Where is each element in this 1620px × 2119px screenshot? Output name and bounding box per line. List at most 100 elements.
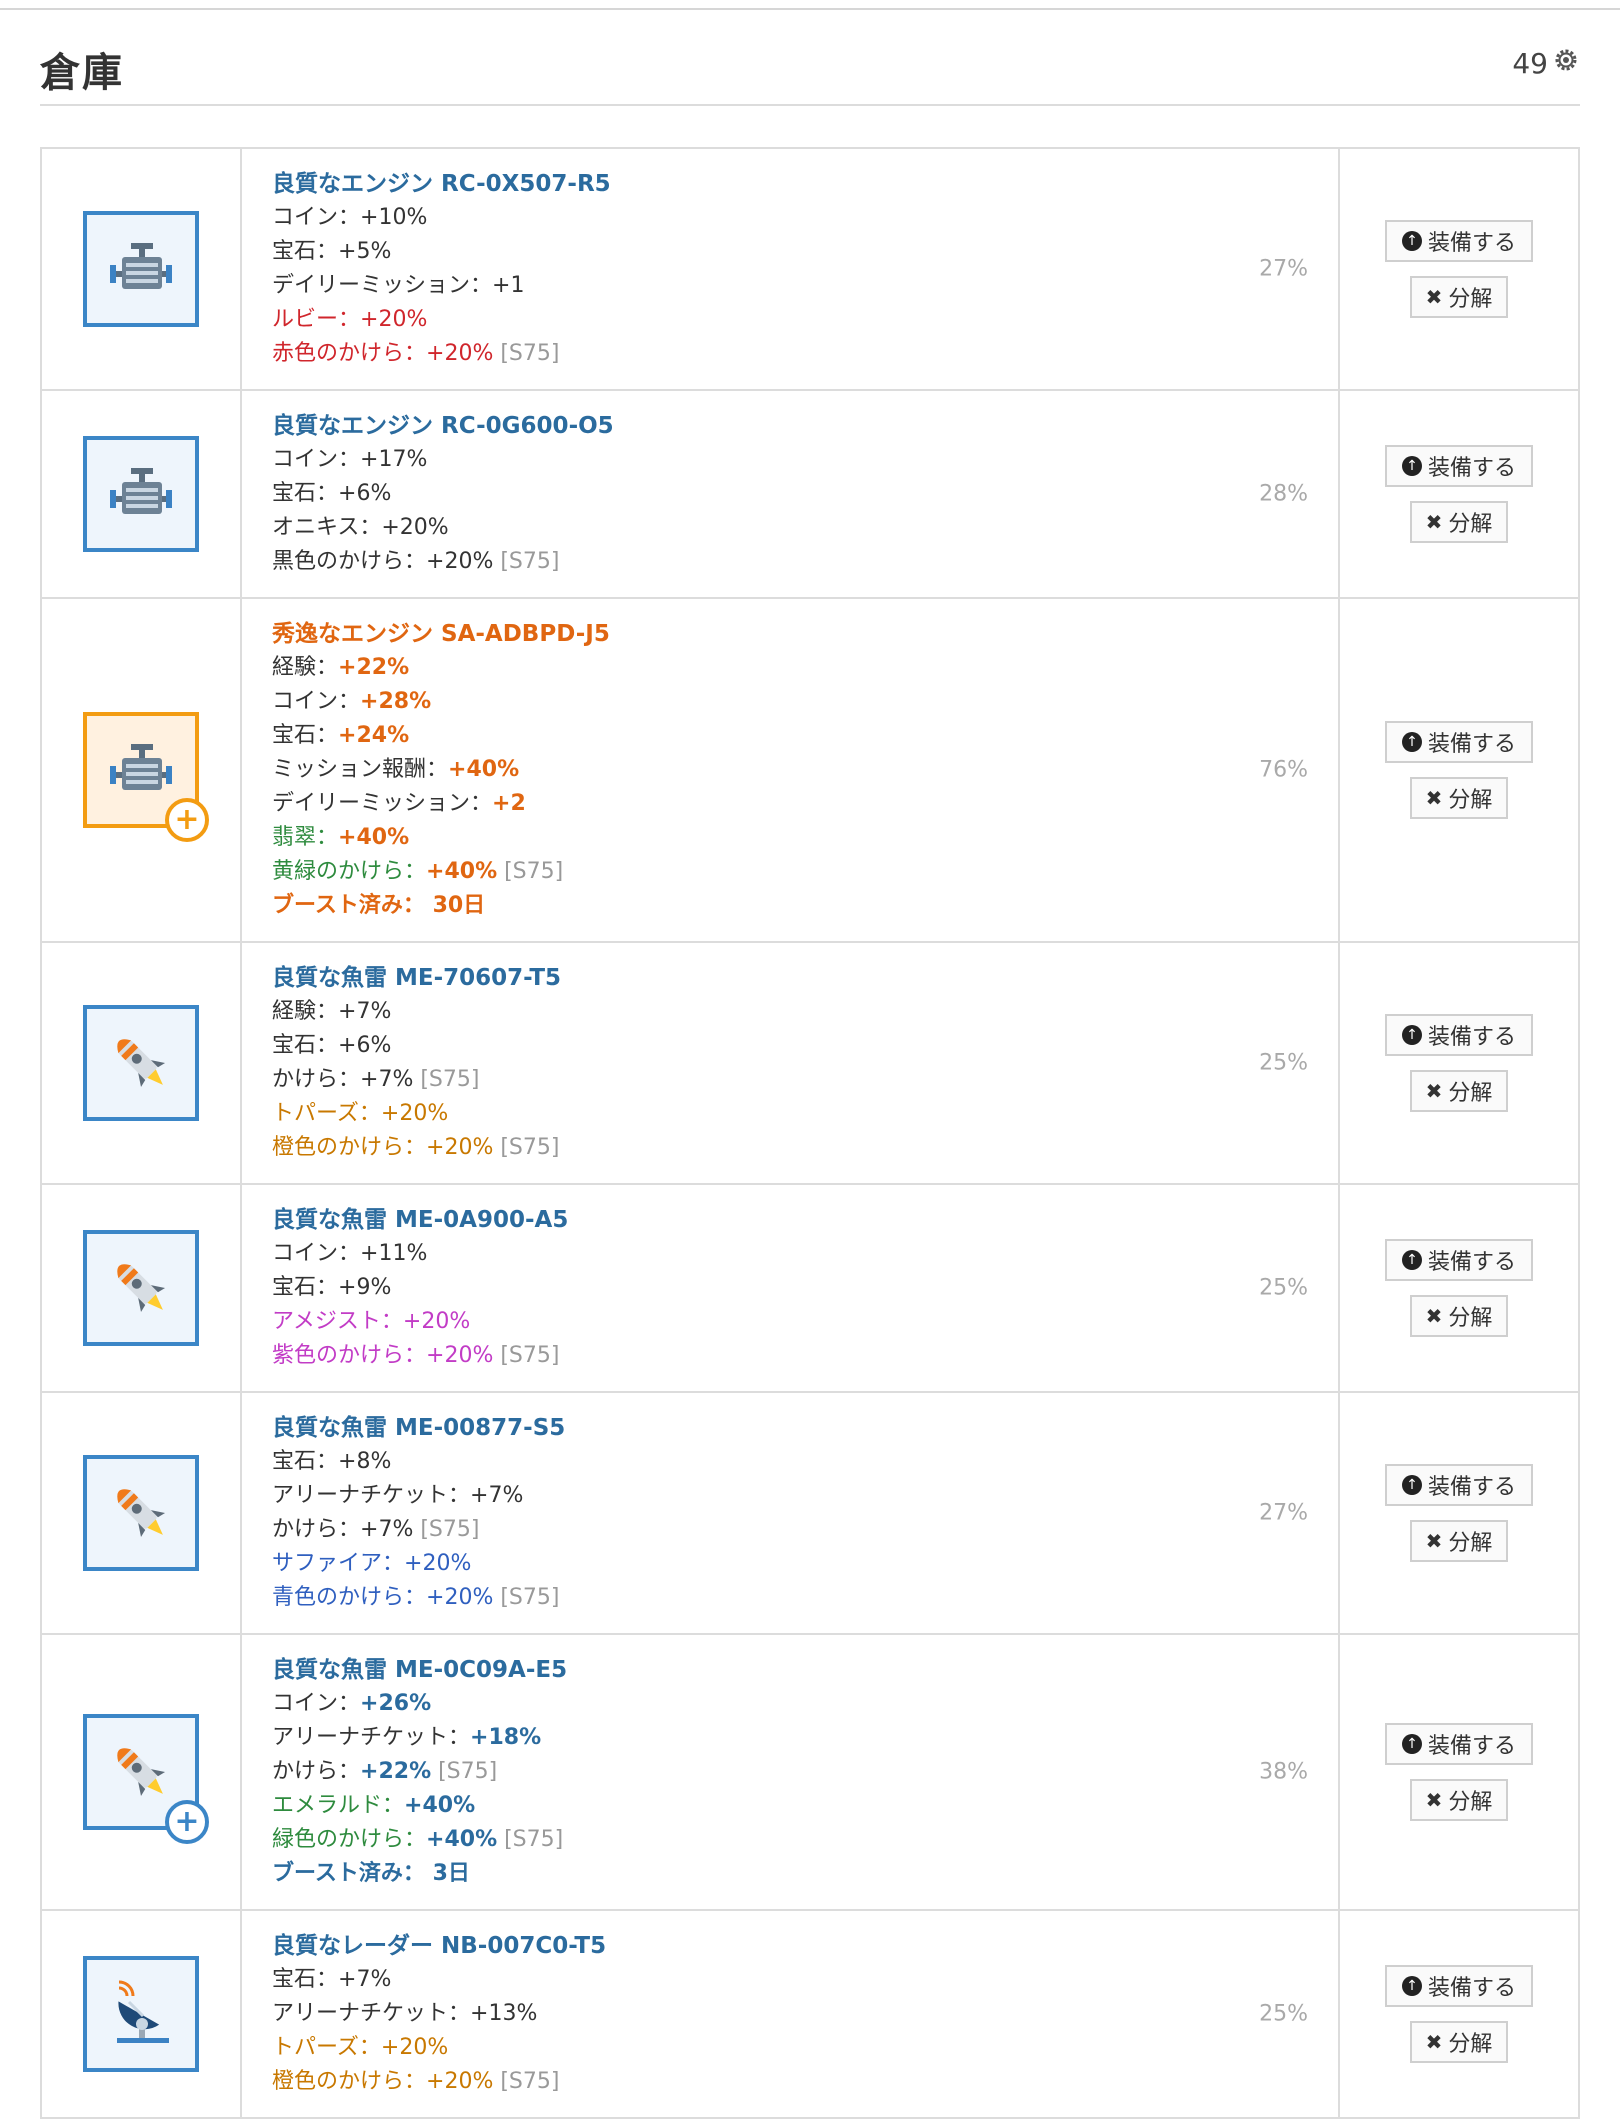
- equip-button[interactable]: ↑ 装備する: [1385, 1464, 1533, 1506]
- item-count-value: 49: [1512, 47, 1548, 80]
- quality-percent: 38%: [1259, 1759, 1308, 1785]
- stat-line: 赤色のかけら：+20% [S75]: [272, 337, 1308, 371]
- stat-label: ルビー：: [272, 307, 361, 332]
- close-icon: ✖: [1425, 1304, 1443, 1328]
- disassemble-button[interactable]: ✖ 分解: [1410, 1295, 1508, 1337]
- stat-value: +40%: [426, 1827, 498, 1852]
- disassemble-button-label: 分解: [1448, 1531, 1493, 1556]
- inventory-table: 良質なエンジン RC-0X507-R5 コイン：+10% 宝石：+5% デイリーミッシ…: [40, 147, 1580, 2119]
- stat-value: +5%: [338, 239, 392, 264]
- arrow-up-circle-icon: ↑: [1401, 1976, 1422, 1996]
- stat-label: 赤色のかけら：: [272, 341, 427, 366]
- table-row: 良質な魚雷 ME-0A900-A5 コイン：+11% 宝石：+9% アメジスト：+20…: [40, 1185, 1580, 1393]
- torpedo-icon[interactable]: [83, 1005, 199, 1121]
- table-row: 良質な魚雷 ME-70607-T5 経験：+7% 宝石：+6% かけら：+7% [S7…: [40, 943, 1580, 1185]
- disassemble-button-label: 分解: [1448, 1790, 1493, 1815]
- item-name-link[interactable]: 良質な魚雷 ME-0C09A-E5: [272, 1653, 1308, 1687]
- equip-button[interactable]: ↑ 装備する: [1385, 445, 1533, 487]
- torpedo-icon[interactable]: +: [83, 1714, 209, 1844]
- page-title: 倉庫: [40, 50, 124, 96]
- close-icon: ✖: [1425, 1079, 1443, 1103]
- stat-value: +20%: [426, 549, 494, 574]
- stat-line: エメラルド：+40%: [272, 1789, 1308, 1823]
- equip-button[interactable]: ↑ 装備する: [1385, 1239, 1533, 1281]
- stat-line: コイン：+10%: [272, 201, 1308, 235]
- item-name-link[interactable]: 良質なエンジン RC-0G600-O5: [272, 409, 1308, 443]
- stat-value: +7%: [338, 1967, 392, 1992]
- engine-icon[interactable]: [83, 211, 199, 327]
- stat-value: +7%: [360, 1067, 414, 1092]
- item-icon-cell: +: [42, 599, 242, 941]
- equip-button[interactable]: ↑ 装備する: [1385, 1014, 1533, 1056]
- boost-plus-icon: +: [165, 1800, 209, 1844]
- stat-line: 宝石：+5%: [272, 235, 1308, 269]
- stat-label: 宝石：: [272, 1449, 339, 1474]
- item-name-link[interactable]: 良質なエンジン RC-0X507-R5: [272, 167, 1308, 201]
- arrow-up-circle-icon: ↑: [1401, 456, 1422, 476]
- arrow-up-circle-icon: ↑: [1401, 1025, 1422, 1045]
- engine-icon[interactable]: +: [83, 712, 209, 842]
- torpedo-icon[interactable]: [83, 1230, 199, 1346]
- stat-label: オニキス：: [272, 515, 382, 540]
- engine-icon[interactable]: [83, 436, 199, 552]
- season-tag: [S75]: [493, 1135, 560, 1160]
- stat-line: オニキス：+20%: [272, 511, 1308, 545]
- season-tag: [S75]: [413, 1517, 480, 1542]
- stat-label: トパーズ：: [272, 1101, 381, 1126]
- table-row: 良質なエンジン RC-0G600-O5 コイン：+17% 宝石：+6% オニキス：+2…: [40, 391, 1580, 599]
- item-name-link[interactable]: 良質な魚雷 ME-70607-T5: [272, 961, 1308, 995]
- stat-line: コイン：+26%: [272, 1687, 1308, 1721]
- stat-label: アリーナチケット：: [272, 1725, 471, 1750]
- item-details: 良質な魚雷 ME-0C09A-E5 コイン：+26% アリーナチケット：+18% かけ…: [242, 1635, 1338, 1909]
- disassemble-button[interactable]: ✖ 分解: [1410, 1520, 1508, 1562]
- disassemble-button[interactable]: ✖ 分解: [1410, 2021, 1508, 2063]
- gear-icon[interactable]: [1552, 46, 1580, 81]
- stat-value: +28%: [360, 689, 432, 714]
- item-name-link[interactable]: 良質な魚雷 ME-00877-S5: [272, 1411, 1308, 1445]
- boost-status: ブースト済み： 3日: [272, 1857, 1308, 1891]
- stat-label: デイリーミッション：: [272, 273, 493, 298]
- disassemble-button-label: 分解: [1448, 788, 1493, 813]
- disassemble-button-label: 分解: [1448, 1081, 1493, 1106]
- item-actions: ↑ 装備する ✖ 分解: [1338, 599, 1578, 941]
- stat-value: +40%: [448, 757, 520, 782]
- stat-label: 青色のかけら：: [272, 1585, 427, 1610]
- season-tag: [S75]: [493, 341, 560, 366]
- stat-value: +20%: [426, 1585, 494, 1610]
- stat-line: デイリーミッション：+1: [272, 269, 1308, 303]
- stat-label: 宝石：: [272, 1967, 339, 1992]
- equip-button[interactable]: ↑ 装備する: [1385, 1965, 1533, 2007]
- table-row: 良質なレーダー NB-007C0-T5 宝石：+7% アリーナチケット：+13% トパ…: [40, 1911, 1580, 2119]
- arrow-up-circle-icon: ↑: [1401, 732, 1422, 752]
- stat-value: +20%: [426, 1343, 494, 1368]
- stat-line: 翡翠：+40%: [272, 821, 1308, 855]
- boost-label: ブースト済み：: [272, 1861, 425, 1886]
- stat-value: +20%: [426, 341, 494, 366]
- disassemble-button[interactable]: ✖ 分解: [1410, 777, 1508, 819]
- arrow-up-circle-icon: ↑: [1401, 1475, 1422, 1495]
- radar-icon[interactable]: [83, 1956, 199, 2072]
- equip-button[interactable]: ↑ 装備する: [1385, 721, 1533, 763]
- disassemble-button[interactable]: ✖ 分解: [1410, 276, 1508, 318]
- stat-value: +20%: [426, 1135, 494, 1160]
- item-name-link[interactable]: 良質なレーダー NB-007C0-T5: [272, 1929, 1308, 1963]
- disassemble-button[interactable]: ✖ 分解: [1410, 501, 1508, 543]
- stat-value: +40%: [426, 859, 498, 884]
- disassemble-button-label: 分解: [1448, 512, 1493, 537]
- item-name-link[interactable]: 秀逸なエンジン SA-ADBPD-J5: [272, 617, 1308, 651]
- quality-percent: 76%: [1259, 757, 1308, 783]
- disassemble-button[interactable]: ✖ 分解: [1410, 1779, 1508, 1821]
- disassemble-button[interactable]: ✖ 分解: [1410, 1070, 1508, 1112]
- stat-label: サファイア：: [272, 1551, 405, 1576]
- item-name-link[interactable]: 良質な魚雷 ME-0A900-A5: [272, 1203, 1308, 1237]
- stat-value: +26%: [360, 1691, 432, 1716]
- equip-button[interactable]: ↑ 装備する: [1385, 220, 1533, 262]
- item-details: 良質なレーダー NB-007C0-T5 宝石：+7% アリーナチケット：+13% トパ…: [242, 1911, 1338, 2117]
- equip-button[interactable]: ↑ 装備する: [1385, 1723, 1533, 1765]
- quality-percent: 27%: [1259, 256, 1308, 282]
- torpedo-icon[interactable]: [83, 1455, 199, 1571]
- quality-percent: 28%: [1259, 481, 1308, 507]
- stat-value: +20%: [426, 2069, 494, 2094]
- item-details: 良質な魚雷 ME-70607-T5 経験：+7% 宝石：+6% かけら：+7% [S7…: [242, 943, 1338, 1183]
- item-actions: ↑ 装備する ✖ 分解: [1338, 1185, 1578, 1391]
